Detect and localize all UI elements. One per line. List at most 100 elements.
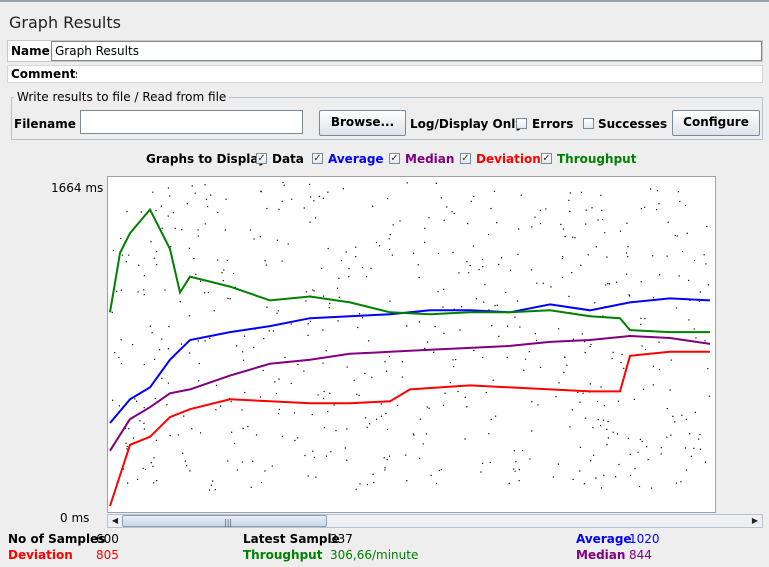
- data-point: [677, 191, 680, 193]
- data-point: [634, 468, 636, 470]
- data-point: [681, 250, 684, 253]
- data-point: [210, 194, 212, 196]
- data-point: [126, 482, 129, 484]
- data-point: [464, 396, 466, 398]
- data-point: [358, 394, 360, 397]
- data-point: [619, 230, 622, 232]
- data-point: [602, 218, 604, 221]
- data-point: [156, 264, 158, 266]
- data-point: [522, 449, 524, 452]
- data-point: [582, 392, 584, 394]
- data-point: [327, 410, 329, 413]
- data-point: [217, 211, 219, 214]
- data-point: [452, 359, 454, 361]
- data-point: [155, 251, 158, 253]
- data-point: [627, 256, 629, 258]
- filename-input[interactable]: [80, 110, 303, 134]
- data-point: [428, 217, 430, 219]
- data-point: [112, 249, 115, 251]
- data-point: [557, 463, 560, 465]
- data-point: [143, 275, 145, 277]
- panel-title: Graph Results: [9, 13, 121, 32]
- data-point: [483, 301, 485, 303]
- data-point: [126, 210, 128, 213]
- data-point: [686, 232, 688, 234]
- data-point: [152, 191, 154, 193]
- data-point: [266, 306, 268, 308]
- data-point: [482, 356, 484, 359]
- data-point: [604, 232, 606, 234]
- data-point: [412, 252, 415, 254]
- data-point: [579, 401, 581, 403]
- graph-option-average-checkbox[interactable]: ✓: [312, 153, 323, 164]
- data-point: [153, 482, 155, 484]
- data-point: [242, 359, 245, 361]
- data-point: [566, 364, 568, 366]
- errors-label: Errors: [532, 117, 574, 131]
- data-point: [584, 341, 586, 343]
- data-point: [333, 404, 335, 406]
- data-point: [168, 325, 170, 328]
- scroll-thumb[interactable]: |||: [122, 515, 327, 527]
- data-point: [695, 337, 697, 339]
- data-point: [406, 182, 408, 184]
- data-point: [174, 227, 176, 230]
- data-point: [672, 415, 674, 417]
- data-point: [386, 459, 388, 461]
- data-point: [188, 315, 191, 317]
- data-point: [260, 190, 262, 192]
- graph-option-throughput-checkbox[interactable]: ✓: [541, 153, 552, 164]
- data-point: [460, 306, 463, 308]
- average-line: [109, 297, 711, 424]
- data-point: [242, 351, 244, 353]
- data-point: [699, 291, 701, 293]
- y-min-label: 0 ms: [60, 511, 90, 525]
- data-point: [514, 316, 516, 318]
- median-value: 844: [629, 548, 652, 562]
- name-field[interactable]: Graph Results: [51, 41, 762, 61]
- data-point: [531, 430, 533, 432]
- comments-field[interactable]: [77, 66, 762, 82]
- data-point: [435, 182, 437, 184]
- data-point: [451, 211, 453, 213]
- data-point: [150, 462, 152, 464]
- data-point: [640, 208, 643, 210]
- data-point: [259, 236, 261, 238]
- data-point: [629, 453, 631, 455]
- graph-option-median-checkbox[interactable]: ✓: [389, 153, 400, 164]
- data-point: [305, 291, 307, 293]
- configure-button[interactable]: Configure: [672, 110, 760, 136]
- graph-option-deviation-checkbox[interactable]: ✓: [460, 153, 471, 164]
- throughput-value: 306,66/minute: [330, 548, 419, 562]
- scroll-left-icon[interactable]: ◀: [108, 515, 122, 527]
- data-point: [564, 356, 566, 358]
- errors-checkbox[interactable]: [516, 118, 527, 129]
- graph-scrollbar[interactable]: ◀ ||| ▶: [107, 514, 763, 528]
- graph-option-throughput-label: Throughput: [557, 152, 637, 166]
- data-point: [600, 424, 602, 427]
- data-point: [136, 400, 138, 402]
- data-point: [571, 272, 573, 274]
- data-point: [155, 439, 157, 441]
- latest-sample-value: 337: [330, 532, 353, 546]
- data-point: [191, 185, 193, 187]
- data-point: [443, 219, 445, 222]
- samples-value: 600: [96, 532, 119, 546]
- data-point: [480, 471, 482, 473]
- data-point: [264, 470, 266, 472]
- data-point: [180, 343, 183, 345]
- data-point: [181, 229, 183, 231]
- data-point: [120, 362, 123, 365]
- data-point: [506, 325, 509, 327]
- data-point: [253, 238, 255, 240]
- successes-checkbox[interactable]: [583, 118, 594, 129]
- data-point: [487, 233, 490, 236]
- data-point: [264, 260, 266, 262]
- graph-option-data-checkbox[interactable]: ✓: [256, 153, 267, 164]
- browse-button[interactable]: Browse...: [319, 110, 406, 136]
- data-point: [464, 438, 466, 440]
- data-point: [459, 329, 461, 331]
- scroll-right-icon[interactable]: ▶: [748, 515, 762, 527]
- data-point: [592, 426, 594, 429]
- data-point: [365, 417, 367, 419]
